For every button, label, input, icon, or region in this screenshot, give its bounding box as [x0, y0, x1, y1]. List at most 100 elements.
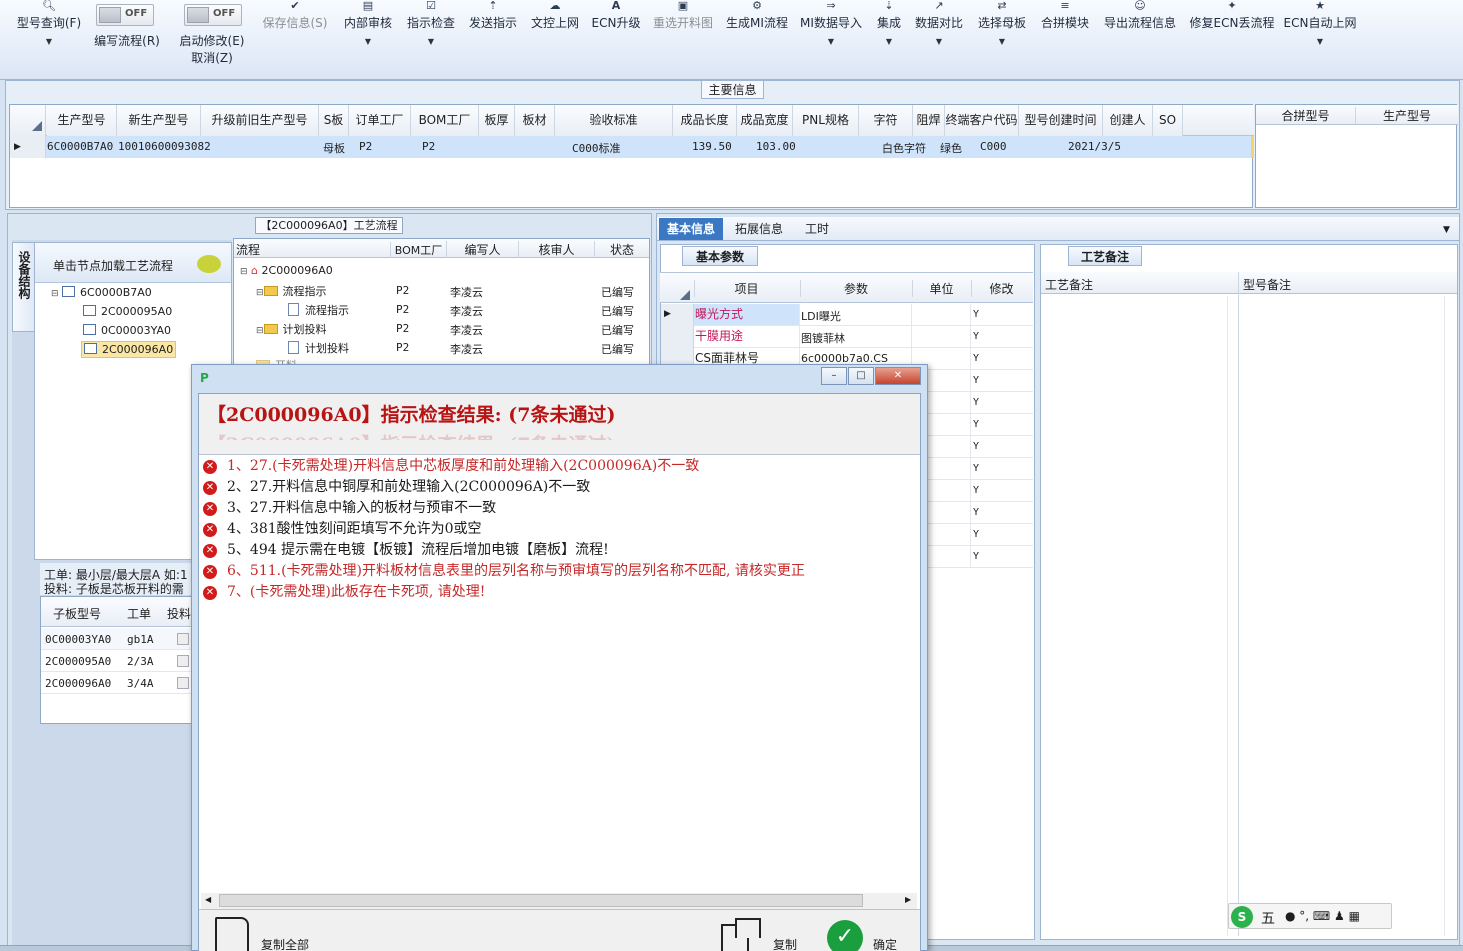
- copy-all-button[interactable]: 复制全部: [261, 936, 309, 951]
- generate-mi-flow-button[interactable]: ⚙ 生成MI流程: [724, 0, 790, 78]
- column-header[interactable]: 板材: [515, 105, 555, 136]
- edit-flow-toggle[interactable]: OFF: [96, 4, 154, 26]
- maximize-button[interactable]: □: [848, 367, 874, 385]
- tab-basic-params[interactable]: 基本参数: [682, 246, 758, 266]
- merge-model-header: 合拼型号: [1256, 107, 1356, 124]
- ecn-upgrade-button[interactable]: A ECN升级: [590, 0, 642, 78]
- ok-button[interactable]: 确定: [873, 936, 897, 951]
- column-header[interactable]: 板厚: [479, 105, 515, 136]
- column-header[interactable]: 终端客户代码: [945, 105, 1019, 136]
- flow-node[interactable]: 流程指示: [288, 302, 349, 318]
- tree-node[interactable]: 2C000095A0: [83, 305, 172, 318]
- send-instruction-button[interactable]: ⇡ 发送指示: [466, 0, 520, 78]
- column-header[interactable]: SO: [1153, 105, 1183, 136]
- cell-product-length[interactable]: 139.50: [692, 140, 732, 153]
- error-item[interactable]: ✕ 7、(卡死需处理)此板存在卡死项, 请处理!: [203, 582, 485, 602]
- column-header[interactable]: 验收标准: [555, 105, 673, 136]
- param-row[interactable]: 干膜用途 图镀菲林 Y: [661, 326, 1033, 348]
- tab-extended-info[interactable]: 拓展信息: [727, 218, 791, 240]
- column-header[interactable]: 新生产型号: [117, 105, 201, 136]
- tab-basic-info[interactable]: 基本信息: [659, 218, 723, 240]
- reselect-cutting-chart-button[interactable]: ▣ 重选开料图: [650, 0, 716, 78]
- column-header[interactable]: 型号创建时间: [1019, 105, 1103, 136]
- cell-create-time[interactable]: 2021/3/5: [1068, 140, 1121, 153]
- close-button[interactable]: ✕: [875, 367, 921, 385]
- tree-node-selected[interactable]: 2C000096A0: [81, 341, 177, 358]
- column-header[interactable]: 订单工厂: [349, 105, 411, 136]
- copy-button[interactable]: 复制: [773, 936, 797, 951]
- tab-work-hours[interactable]: 工时: [795, 218, 839, 240]
- error-item[interactable]: ✕ 3、27.开料信息中输入的板材与预审不一致: [203, 498, 496, 518]
- cell-customer-code[interactable]: C000: [980, 140, 1007, 153]
- cell-production-model[interactable]: 6C0000B7A0: [47, 140, 113, 153]
- column-header[interactable]: PNL规格: [793, 105, 859, 136]
- chevron-down-icon[interactable]: ▼: [1443, 225, 1450, 235]
- column-header[interactable]: 成品长度: [673, 105, 737, 136]
- cancel-label: 取消(Z): [191, 51, 233, 65]
- internal-review-button[interactable]: ▤ 内部审核 ▼: [341, 0, 395, 78]
- column-header[interactable]: S板: [319, 105, 349, 136]
- column-header[interactable]: 创建人: [1103, 105, 1153, 136]
- flow-node[interactable]: ⊟ 流程指示: [256, 283, 327, 299]
- cell-bom-factory[interactable]: P2: [422, 140, 435, 153]
- copy-all-icon[interactable]: [215, 917, 249, 951]
- cell-s-board[interactable]: 母板: [323, 140, 345, 156]
- merge-module-button[interactable]: ≡ 合拼模块: [1038, 0, 1092, 78]
- tree-node[interactable]: 0C00003YA0: [83, 324, 171, 337]
- error-item[interactable]: ✕ 6、511.(卡死需处理)开料板材信息表里的层列名称与预审填写的层列名称不匹配…: [203, 561, 805, 581]
- cell-char[interactable]: 白色字符: [882, 140, 926, 156]
- dialog-title: 【2C000096A0】指示检查结果: (7条未通过): [207, 404, 616, 426]
- param-row[interactable]: ▶ 曝光方式 LDI曝光 Y: [661, 304, 1033, 326]
- column-header[interactable]: 升级前旧生产型号: [201, 105, 319, 136]
- model-notes-scrollbar[interactable]: [1444, 296, 1454, 936]
- export-flow-info-button[interactable]: ☺ 导出流程信息: [1100, 0, 1180, 78]
- error-item[interactable]: ✕ 5、494 提示需在电镀【板镀】流程后增加电镀【磨板】流程!: [203, 540, 609, 560]
- table-row[interactable]: ▶ 6C0000B7A0 10010600093082 母板 P2 P2 C00…: [10, 136, 1254, 158]
- column-header[interactable]: 生产型号: [47, 105, 117, 136]
- mi-data-import-button[interactable]: ⇒ MI数据导入 ▼: [798, 0, 864, 78]
- doc-control-online-button[interactable]: ☁ 文控上网: [528, 0, 582, 78]
- ime-toolbar[interactable]: S 五 ● °, ⌨ ♟ ▦: [1228, 903, 1392, 929]
- integration-button[interactable]: ⇣ 集成 ▼: [872, 0, 906, 78]
- error-item[interactable]: ✕ 2、27.开料信息中铜厚和前处理输入(2C000096A)不一致: [203, 477, 590, 497]
- horizontal-scrollbar[interactable]: ◀ ▶: [201, 893, 917, 909]
- vtab-structure[interactable]: 设备结构: [12, 242, 34, 332]
- error-icon: ✕: [203, 544, 217, 558]
- repair-ecn-flow-button[interactable]: ✦ 修复ECN丢流程: [1188, 0, 1276, 78]
- column-header[interactable]: 阻焊: [913, 105, 945, 136]
- query-model-button[interactable]: 🔍︎ 型号查询(F) ▼: [14, 0, 84, 78]
- craft-notes-scrollbar[interactable]: [1227, 296, 1237, 936]
- model-notes-header: 型号备注: [1243, 278, 1292, 292]
- column-header[interactable]: BOM工厂: [411, 105, 479, 136]
- check-circle-icon[interactable]: ✓: [827, 920, 863, 951]
- import-icon: ⇒: [826, 0, 836, 12]
- cell-solder-mask[interactable]: 绿色: [940, 140, 962, 156]
- instruction-check-button[interactable]: ☑ 指示检查 ▼: [404, 0, 458, 78]
- tree-node-root[interactable]: ⊟ 6C0000B7A0: [51, 286, 152, 299]
- cell-order-factory[interactable]: P2: [359, 140, 372, 153]
- tab-craft-notes[interactable]: 工艺备注: [1068, 246, 1142, 266]
- cell-product-width[interactable]: 103.00: [756, 140, 796, 153]
- flow-node[interactable]: 计划投料: [288, 340, 349, 356]
- cell-new-model[interactable]: 10010600093082: [118, 140, 211, 153]
- ecn-auto-online-button[interactable]: ★ ECN自动上网 ▼: [1282, 0, 1358, 78]
- cell-acceptance-standard[interactable]: C000标准: [572, 140, 621, 156]
- table-row[interactable]: 0C00003YA0 gb1A: [41, 628, 191, 650]
- chevron-down-icon: ▼: [885, 37, 893, 46]
- column-header[interactable]: 字符: [859, 105, 913, 136]
- flow-root-node[interactable]: ⊟ ⌂ 2C000096A0: [240, 264, 333, 277]
- minimize-button[interactable]: –: [821, 367, 847, 385]
- document-icon: [288, 341, 299, 354]
- cloud-upload-icon: ☁: [549, 0, 561, 12]
- select-mother-board-button[interactable]: ⇄ 选择母板 ▼: [974, 0, 1030, 78]
- error-item[interactable]: ✕ 1、27.(卡死需处理)开料信息中芯板厚度和前处理输入(2C000096A)不…: [203, 456, 699, 476]
- auto-modify-toggle[interactable]: OFF: [184, 4, 242, 26]
- data-compare-button[interactable]: ↗ 数据对比 ▼: [912, 0, 966, 78]
- column-header[interactable]: 成品宽度: [737, 105, 793, 136]
- flow-node[interactable]: ⊟ 计划投料: [256, 321, 327, 337]
- save-info-button[interactable]: ✔ 保存信息(S): [258, 0, 332, 78]
- folder-icon: [263, 286, 278, 296]
- error-item[interactable]: ✕ 4、381酸性蚀刻间距填写不允许为0或空: [203, 519, 482, 539]
- table-row[interactable]: 2C000096A0 3/4A: [41, 672, 191, 694]
- table-row[interactable]: 2C000095A0 2/3A: [41, 650, 191, 672]
